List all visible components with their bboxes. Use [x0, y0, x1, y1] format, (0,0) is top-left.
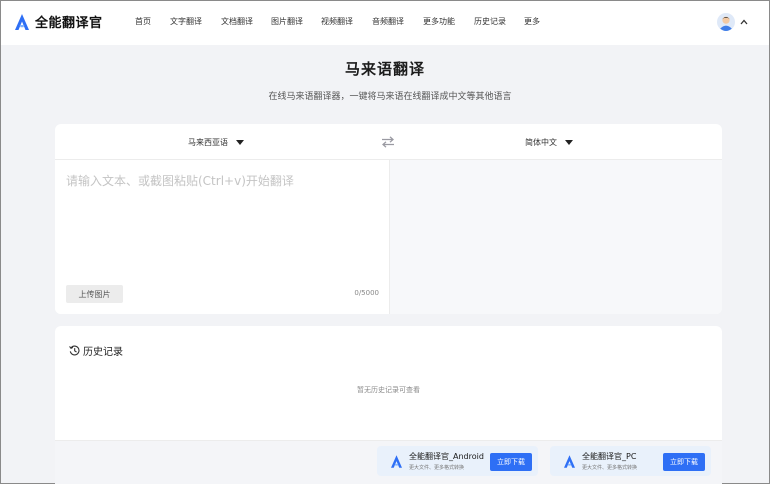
caret-down-icon — [565, 140, 573, 145]
target-language-label: 简体中文 — [525, 138, 557, 147]
nav-item-doc-translate[interactable]: 文档翻译 — [221, 16, 253, 27]
pc-app-desc: 更大文件、更多格式转换 — [582, 465, 638, 471]
nav-item-home[interactable]: 首页 — [135, 16, 151, 27]
top-nav-bar: 全能翻译官 首页 文字翻译 文档翻译 图片翻译 视频翻译 音频翻译 更多功能 历… — [1, 1, 769, 45]
app-download-bar: 全能翻译官_Android 更大文件、更多格式转换 立即下载 全能翻译官_PC … — [55, 440, 722, 484]
nav-item-more[interactable]: 更多 — [524, 16, 540, 27]
history-panel: 历史记录 暂无历史记录可查看 全能翻译官_Android 更大文件、更多格式转换… — [55, 326, 722, 484]
page-subtitle: 在线马来语翻译器，一键将马来语在线翻译成中文等其他语言 — [268, 92, 512, 102]
source-text-input[interactable] — [66, 172, 376, 282]
chevron-up-icon — [740, 19, 748, 25]
history-title: 历史记录 — [83, 347, 123, 358]
android-app-text: 全能翻译官_Android 更大文件、更多格式转换 — [409, 451, 484, 471]
pc-download-button[interactable]: 立即下载 — [663, 453, 705, 471]
history-header: 历史记录 — [69, 343, 123, 358]
pc-app-name: 全能翻译官_PC — [582, 452, 637, 461]
android-download-button[interactable]: 立即下载 — [490, 453, 532, 471]
brand-name: 全能翻译官 — [35, 16, 103, 31]
source-language-select[interactable]: 马来西亚语 — [188, 137, 244, 148]
upload-image-button[interactable]: 上传图片 — [66, 285, 123, 303]
source-text-pane: 上传图片 0/5000 — [55, 160, 389, 314]
pc-app-card: 全能翻译官_PC 更大文件、更多格式转换 立即下载 — [550, 446, 711, 476]
nav-item-audio-translate[interactable]: 音频翻译 — [372, 16, 404, 27]
swap-arrows-icon[interactable] — [381, 136, 395, 148]
brand-logo-icon — [564, 454, 575, 468]
brand-logo-icon — [15, 13, 29, 30]
history-clock-icon — [69, 345, 80, 356]
nav-item-more-features[interactable]: 更多功能 — [423, 16, 455, 27]
page-title: 马来语翻译 — [344, 60, 425, 78]
nav-item-text-translate[interactable]: 文字翻译 — [170, 16, 202, 27]
translator-panel: 马来西亚语 简体中文 上传图片 0/5000 — [55, 124, 722, 314]
nav-item-video-translate[interactable]: 视频翻译 — [321, 16, 353, 27]
character-count: 0/5000 — [354, 289, 379, 297]
history-empty-message: 暂无历史记录可查看 — [357, 386, 420, 394]
android-app-name: 全能翻译官_Android — [409, 452, 484, 461]
caret-down-icon — [236, 140, 244, 145]
user-menu[interactable] — [717, 13, 748, 31]
nav-item-history[interactable]: 历史记录 — [474, 16, 506, 27]
target-language-select[interactable]: 简体中文 — [525, 137, 573, 148]
user-avatar-icon — [717, 13, 735, 31]
nav-item-image-translate[interactable]: 图片翻译 — [271, 16, 303, 27]
pc-app-text: 全能翻译官_PC 更大文件、更多格式转换 — [582, 451, 637, 471]
brand[interactable]: 全能翻译官 — [15, 12, 103, 31]
language-bar: 马来西亚语 简体中文 — [55, 124, 722, 160]
android-app-card: 全能翻译官_Android 更大文件、更多格式转换 立即下载 — [377, 446, 538, 476]
main-nav: 首页 文字翻译 文档翻译 图片翻译 视频翻译 音频翻译 更多功能 历史记录 更多 — [135, 16, 540, 27]
source-language-label: 马来西亚语 — [188, 138, 228, 147]
android-app-desc: 更大文件、更多格式转换 — [409, 465, 465, 471]
brand-logo-icon — [391, 454, 402, 468]
translation-output-pane — [389, 160, 722, 314]
